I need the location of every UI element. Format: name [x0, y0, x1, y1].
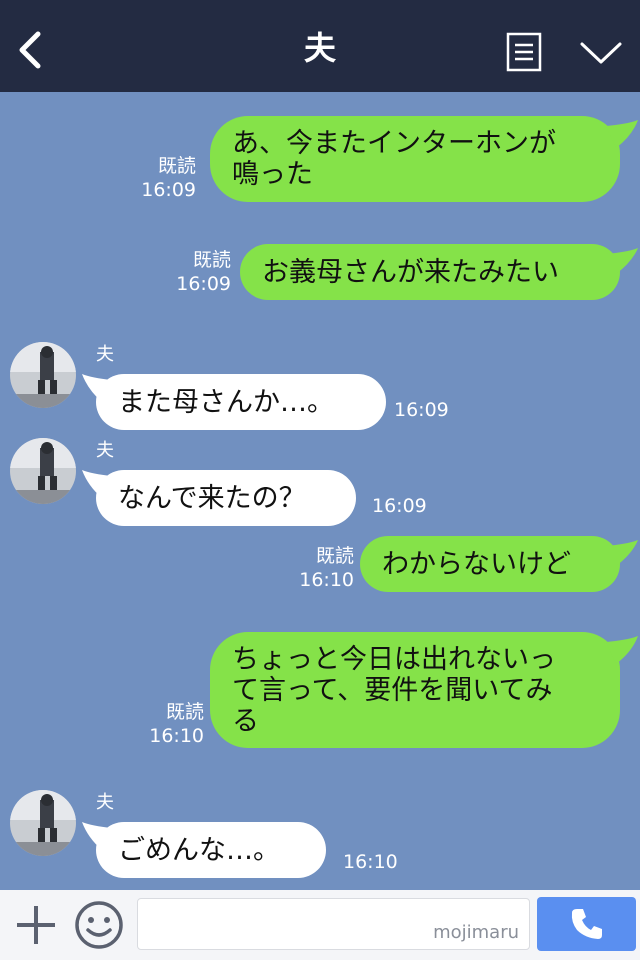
message-time: 16:09 [372, 495, 427, 517]
bubble-tail [606, 120, 638, 148]
sender-name: 夫 [96, 440, 114, 461]
message-time: 16:09 [141, 179, 196, 201]
message-bubble[interactable]: また母さんか…。 [96, 374, 386, 430]
message-row: 夫 また母さんか…。 16:09 [0, 338, 640, 434]
message-time: 16:10 [343, 851, 398, 873]
message-row: 既読 16:09 お義母さんが来たみたい [0, 236, 640, 306]
bubble-tail [606, 636, 638, 664]
message-time: 16:10 [149, 725, 204, 747]
message-text: また母さんか…。 [118, 386, 334, 418]
read-receipt: 既読 [192, 249, 231, 271]
chevron-down-icon[interactable] [579, 38, 623, 66]
message-text: あ、今またインターホンが 鳴った [232, 128, 556, 190]
message-time: 16:09 [394, 399, 449, 421]
plus-icon[interactable] [15, 904, 57, 946]
message-row: 既読 16:10 わからないけど [0, 530, 640, 600]
message-text: なんで来たの？ [118, 482, 306, 514]
message-bubble[interactable]: なんで来たの？ [96, 470, 356, 526]
message-time: 16:09 [176, 273, 231, 295]
message-row: 既読 16:10 ちょっと今日は出れないっ て言って、要件を聞いてみ る [0, 628, 640, 753]
sender-name: 夫 [96, 792, 114, 813]
message-meta: 既読 16:10 [298, 544, 354, 592]
message-text: ちょっと今日は出れないっ て言って、要件を聞いてみ る [232, 643, 556, 737]
message-text: お義母さんが来たみたい [262, 256, 559, 288]
message-time: 16:10 [299, 569, 354, 591]
avatar[interactable] [10, 342, 76, 408]
bubble-tail [606, 248, 638, 274]
message-bubble[interactable]: わからないけど [360, 536, 620, 592]
phone-icon [571, 909, 602, 939]
watermark: mojimaru [433, 922, 519, 943]
read-receipt: 既読 [165, 701, 204, 723]
message-text: ごめんな…。 [118, 834, 280, 866]
message-input[interactable]: mojimaru [137, 898, 530, 950]
message-bubble[interactable]: ごめんな…。 [96, 822, 326, 878]
message-bubble[interactable]: お義母さんが来たみたい [240, 244, 620, 300]
chat-header: 夫 [0, 0, 640, 92]
message-meta: 既読 16:10 [148, 700, 204, 748]
message-meta: 既読 16:09 [140, 154, 196, 202]
read-receipt: 既読 [315, 545, 354, 567]
sender-name: 夫 [96, 344, 114, 365]
avatar[interactable] [10, 438, 76, 504]
menu-list-icon[interactable] [506, 32, 542, 72]
bubble-tail [606, 540, 638, 566]
message-bubble[interactable]: ちょっと今日は出れないっ て言って、要件を聞いてみ る [210, 632, 620, 748]
chat-title: 夫 [303, 29, 336, 67]
smile-icon[interactable] [74, 900, 124, 950]
call-button[interactable] [537, 897, 636, 951]
message-row: 夫 なんで来たの？ 16:09 [0, 434, 640, 530]
message-bubble[interactable]: あ、今またインターホンが 鳴った [210, 116, 620, 202]
message-text: わからないけど [382, 548, 571, 580]
avatar[interactable] [10, 790, 76, 856]
message-row: 既読 16:09 あ、今またインターホンが 鳴った [0, 112, 640, 207]
read-receipt: 既読 [157, 155, 196, 177]
message-meta: 既読 16:09 [175, 248, 231, 296]
message-row: 夫 ごめんな…。 16:10 [0, 786, 640, 882]
